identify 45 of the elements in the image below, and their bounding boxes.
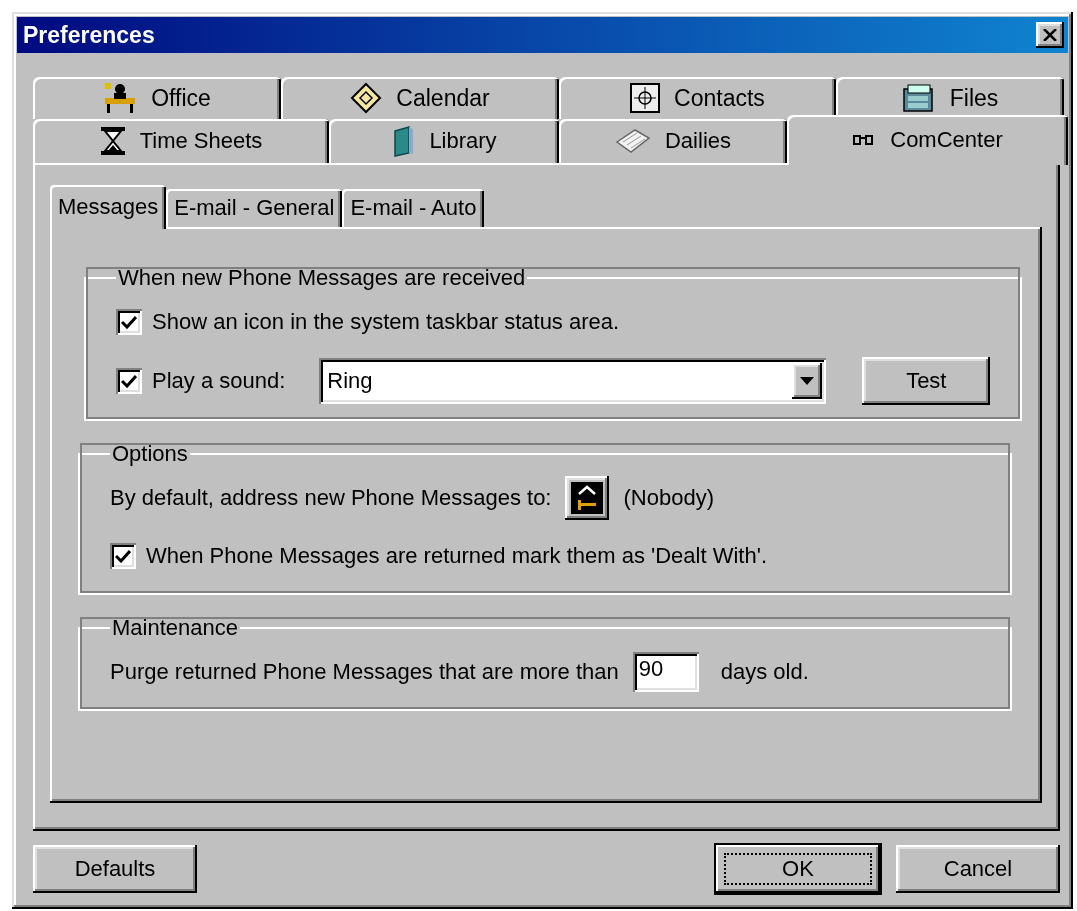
recipient-name: (Nobody) [623,485,714,511]
checkbox[interactable] [116,368,142,394]
option-label: When Phone Messages are returned mark them as 'Dealt With'. [146,543,767,569]
dialog-button[interactable]: Test [862,357,991,405]
person-card-icon [571,482,604,514]
dialog-button[interactable]: OK [716,845,880,893]
cabinet-icon [901,83,936,113]
window-title: Preferences [23,21,155,49]
recipient-button[interactable] [565,476,610,520]
book-icon [391,125,416,157]
tab[interactable]: Dailies [559,119,787,163]
group-title: Maintenance [111,615,239,641]
check-icon [115,549,131,563]
tab[interactable]: Library [329,119,559,163]
hourglass-icon [99,126,126,156]
close-icon [1043,29,1057,41]
option-label: By default, address new Phone Messages to: [110,485,552,511]
days-field[interactable]: 90 [632,652,699,692]
check-icon [121,315,137,329]
tab[interactable]: Time Sheets [33,119,329,163]
notepad-icon [615,128,651,154]
tab[interactable]: Office [33,77,281,119]
checkbox[interactable] [116,309,142,335]
contacts-icon [630,83,661,113]
calendar-icon [350,82,383,114]
sound-dropdown[interactable]: Ring [319,358,827,404]
subtab[interactable]: Messages [50,185,167,229]
option-label: Purge returned Phone Messages that are more than [110,659,619,685]
tab[interactable]: ComCenter [787,115,1068,165]
dialog-button[interactable]: Defaults [33,845,197,893]
group-title: When new Phone Messages are received [117,265,527,291]
checkbox[interactable] [110,543,136,569]
subtab[interactable]: E-mail - General [166,189,343,227]
option-label: Show an icon in the system taskbar status area. [152,309,620,335]
check-icon [121,374,137,388]
close-button[interactable] [1036,22,1064,48]
days-label: days old. [720,659,809,685]
tab[interactable]: Calendar [281,77,559,119]
option-label: Play a sound: [152,368,286,394]
dialog-button[interactable]: Cancel [896,845,1060,893]
tab[interactable]: Contacts [559,77,836,119]
group-title: Options [111,441,189,467]
dropdown-arrow-icon [800,377,815,385]
subtab[interactable]: E-mail - Auto [342,189,485,227]
desk-person-icon [103,82,138,114]
